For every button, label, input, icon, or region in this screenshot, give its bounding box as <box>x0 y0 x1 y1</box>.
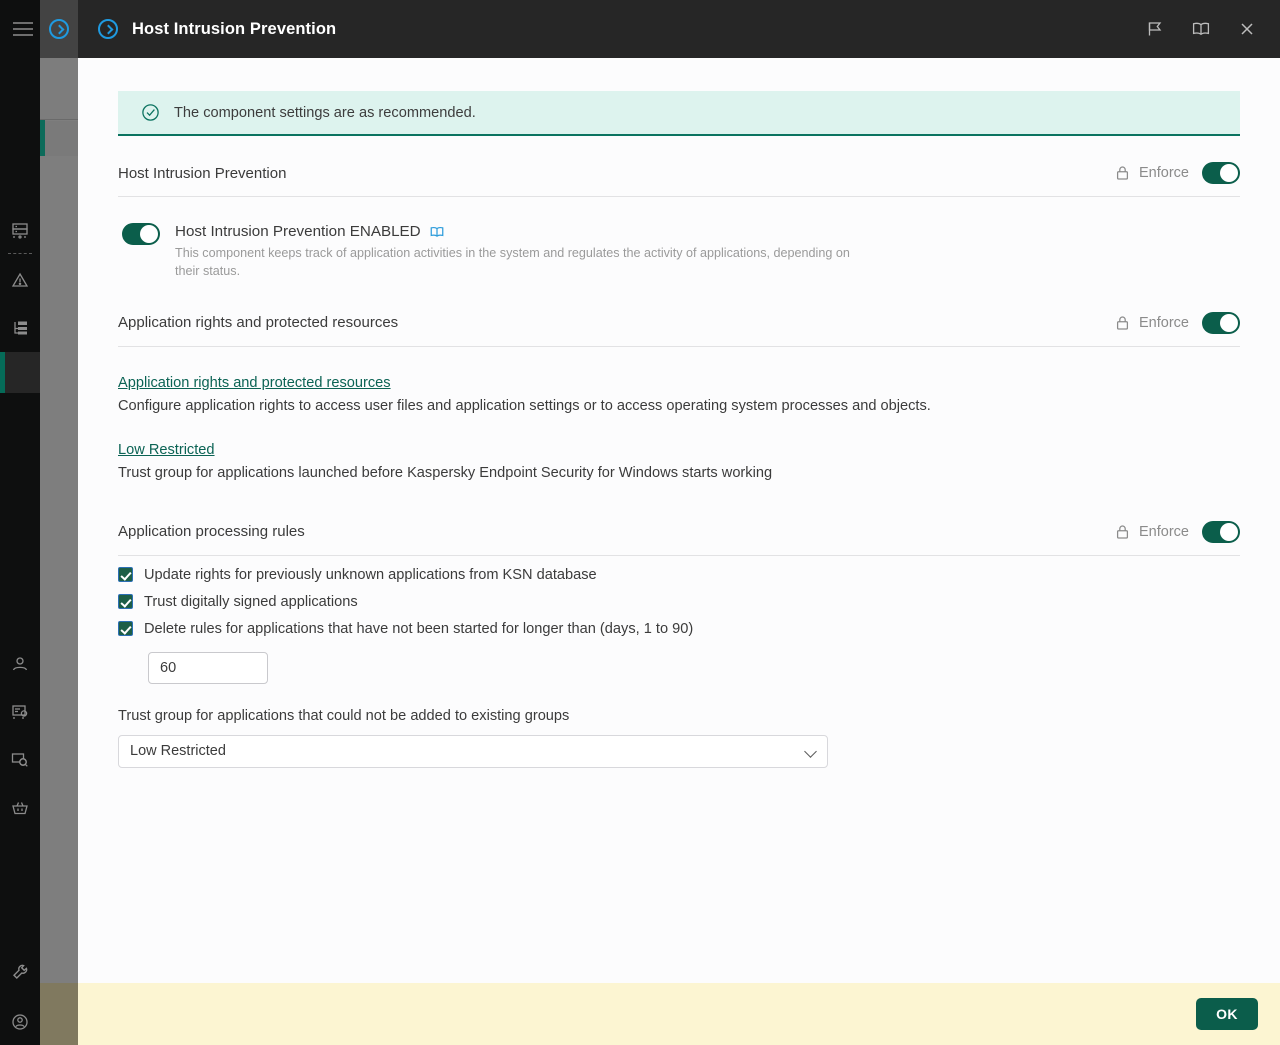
trust-group-select-wrap: Low Restricted <box>118 734 828 768</box>
sidebar-item-monitoring[interactable] <box>0 740 40 780</box>
lock-icon <box>1115 165 1130 181</box>
checkbox-label: Update rights for previously unknown app… <box>144 566 597 583</box>
sidebar-item-alerts[interactable] <box>0 260 40 300</box>
report-settings-icon <box>12 705 28 719</box>
enforce-label: Enforce <box>1139 523 1189 540</box>
warning-triangle-icon <box>11 272 29 287</box>
check-circle-icon <box>141 103 160 122</box>
status-banner-text: The component settings are as recommende… <box>174 104 476 121</box>
enforce-toggle[interactable] <box>1202 520 1240 543</box>
enforce-control: Enforce <box>1115 520 1240 543</box>
close-icon[interactable] <box>1236 18 1258 40</box>
checkbox-row: Trust digitally signed applications <box>118 594 1240 610</box>
account-circle-icon <box>12 1014 28 1030</box>
checkbox-label: Delete rules for applications that have … <box>144 620 694 637</box>
app-sidebar <box>0 0 40 1045</box>
section-title: Application processing rules <box>118 523 305 541</box>
enforce-toggle[interactable] <box>1202 311 1240 334</box>
app-rights-link-block: Application rights and protected resourc… <box>118 374 1240 414</box>
tab-column-row-selected[interactable] <box>40 121 78 156</box>
flag-icon[interactable] <box>1144 18 1166 40</box>
server-icon <box>12 223 28 239</box>
sidebar-item-marketplace[interactable] <box>0 788 40 828</box>
ok-button[interactable]: OK <box>1196 998 1258 1030</box>
dialog-titlebar: Host Intrusion Prevention <box>78 0 1280 58</box>
application-rights-description: Configure application rights to access u… <box>118 397 931 414</box>
sidebar-item-account[interactable] <box>0 1002 40 1042</box>
sidebar-item-tools[interactable] <box>0 952 40 992</box>
app-tab-column <box>40 0 78 1045</box>
section-title: Host Intrusion Prevention <box>118 164 287 182</box>
checkbox-row: Delete rules for applications that have … <box>118 621 1240 637</box>
dialog-footer: OK <box>78 983 1280 1045</box>
section-header: Application rights and protected resourc… <box>118 311 1240 347</box>
section-header: Host Intrusion Prevention Enforce <box>118 162 1240 197</box>
component-title: Host Intrusion Prevention ENABLED <box>175 223 421 240</box>
sidebar-item-hierarchy[interactable] <box>0 308 40 348</box>
section-header: Application processing rules Enforce <box>118 520 1240 556</box>
wrench-icon <box>13 964 28 979</box>
component-enable-toggle[interactable] <box>122 223 160 245</box>
sidebar-item-reports[interactable] <box>0 692 40 732</box>
section-application-processing-rules: Application processing rules Enforce Upd… <box>118 520 1240 768</box>
trust-group-select[interactable]: Low Restricted <box>118 734 828 768</box>
enforce-control: Enforce <box>1115 162 1240 184</box>
sidebar-item-policies[interactable] <box>0 352 40 393</box>
checkbox-row: Update rights for previously unknown app… <box>118 567 1240 583</box>
lock-icon <box>1115 524 1130 540</box>
tree-list-icon <box>14 321 27 335</box>
hamburger-icon[interactable] <box>13 22 33 36</box>
book-icon[interactable] <box>1190 18 1212 40</box>
basket-icon <box>12 802 28 815</box>
status-banner: The component settings are as recommende… <box>118 91 1240 136</box>
component-toggle-row: Host Intrusion Prevention ENABLED This c… <box>118 223 1240 281</box>
trust-signed-apps-checkbox[interactable] <box>118 594 133 610</box>
monitor-search-icon <box>11 753 28 767</box>
days-input[interactable] <box>148 651 268 684</box>
dialog-body: The component settings are as recommende… <box>78 58 1280 983</box>
sidebar-divider <box>8 253 32 254</box>
update-rights-ksn-checkbox[interactable] <box>118 567 133 583</box>
trust-group-link-block: Low Restricted Trust group for applicati… <box>118 441 1240 481</box>
low-restricted-link[interactable]: Low Restricted <box>118 442 215 458</box>
dialog-title: Host Intrusion Prevention <box>132 19 337 38</box>
tab-column-footer <box>40 983 78 1045</box>
low-restricted-description: Trust group for applications launched be… <box>118 464 773 481</box>
component-description: This component keeps track of applicatio… <box>175 246 850 278</box>
sidebar-item-users[interactable] <box>0 644 40 684</box>
circle-arrow-icon <box>49 19 69 39</box>
enforce-toggle[interactable] <box>1202 162 1240 184</box>
user-icon <box>12 657 28 671</box>
enforce-label: Enforce <box>1139 314 1189 331</box>
section-title: Application rights and protected resourc… <box>118 314 399 332</box>
component-title-row: Host Intrusion Prevention ENABLED <box>175 223 865 240</box>
section-application-rights: Application rights and protected resourc… <box>118 311 1240 481</box>
section-host-intrusion-prevention: Host Intrusion Prevention Enforce Host I… <box>118 162 1240 281</box>
host-intrusion-prevention-dialog: Host Intrusion Prevention The component … <box>78 0 1280 1045</box>
sidebar-item-devices[interactable] <box>0 210 40 250</box>
enforce-label: Enforce <box>1139 165 1189 181</box>
book-icon[interactable] <box>429 225 445 239</box>
tab-column-header[interactable] <box>40 0 78 58</box>
checkbox-label: Trust digitally signed applications <box>144 593 358 610</box>
application-rights-link[interactable]: Application rights and protected resourc… <box>118 375 391 391</box>
lock-icon <box>1115 315 1130 331</box>
enforce-control: Enforce <box>1115 311 1240 334</box>
tab-selected-accent <box>40 120 45 156</box>
tab-column-row[interactable] <box>40 58 78 120</box>
delete-old-rules-checkbox[interactable] <box>118 621 133 637</box>
circle-arrow-icon <box>98 19 118 39</box>
trust-group-label: Trust group for applications that could … <box>118 707 570 724</box>
screen: Host Intrusion Prevention The component … <box>0 0 1280 1045</box>
